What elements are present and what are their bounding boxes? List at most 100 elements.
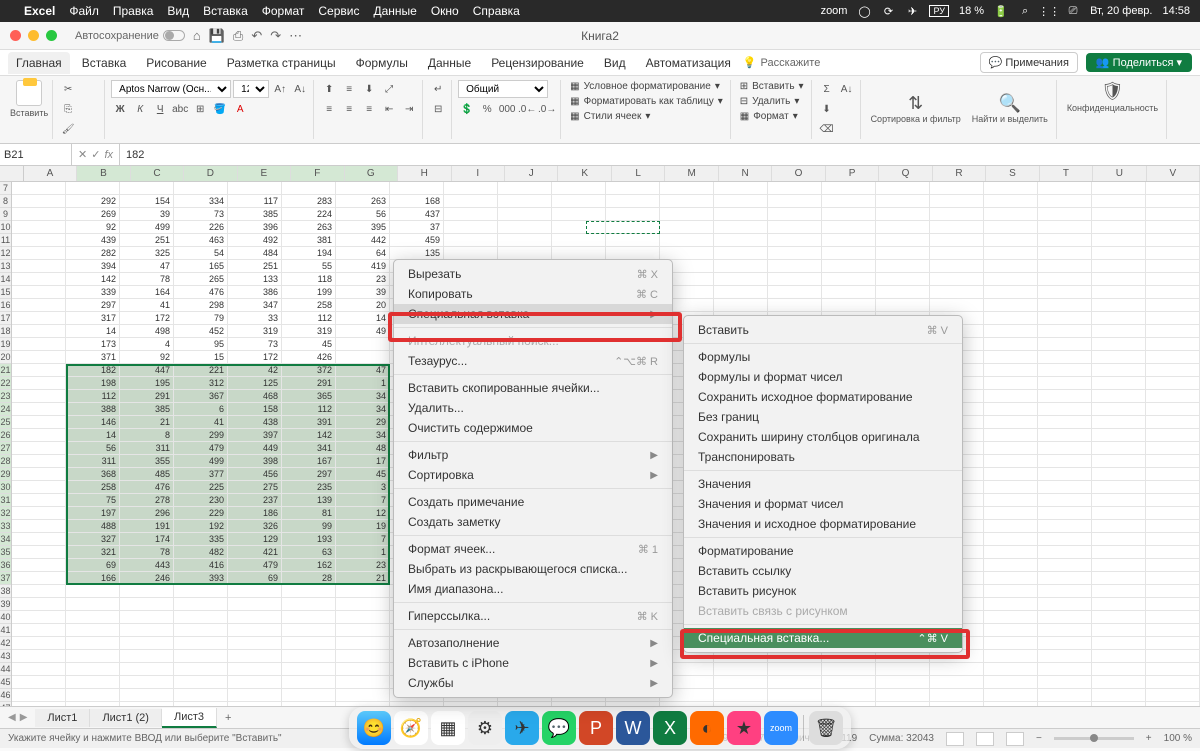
cell-S41[interactable] xyxy=(984,624,1038,637)
powerpoint-icon[interactable]: P xyxy=(579,711,613,745)
cell-S7[interactable] xyxy=(984,182,1038,195)
cell-B8[interactable]: 292 xyxy=(66,195,120,208)
cell-F27[interactable]: 341 xyxy=(282,442,336,455)
row-header-44[interactable]: 44 xyxy=(0,663,11,676)
cell-Q11[interactable] xyxy=(876,234,930,247)
cell-E12[interactable]: 484 xyxy=(228,247,282,260)
cell-U30[interactable] xyxy=(1092,481,1146,494)
menu-item[interactable]: Форматирование xyxy=(684,541,962,561)
cell-U20[interactable] xyxy=(1092,351,1146,364)
cell-R16[interactable] xyxy=(930,299,984,312)
cell-B22[interactable]: 198 xyxy=(66,377,120,390)
insert-cells-button[interactable]: ⊞ Вставить ▾ xyxy=(737,80,807,93)
cell-P15[interactable] xyxy=(822,286,876,299)
cell-I47[interactable] xyxy=(444,702,498,706)
cell-V35[interactable] xyxy=(1146,546,1200,559)
cell-B40[interactable] xyxy=(66,611,120,624)
copy-icon[interactable]: ⎘ xyxy=(59,100,77,118)
cell-S24[interactable] xyxy=(984,403,1038,416)
cell-D32[interactable]: 229 xyxy=(174,507,228,520)
cell-V32[interactable] xyxy=(1146,507,1200,520)
row-header-41[interactable]: 41 xyxy=(0,624,11,637)
cell-S39[interactable] xyxy=(984,598,1038,611)
cell-G45[interactable] xyxy=(336,676,390,689)
menu-item[interactable]: Очистить содержимое xyxy=(394,418,672,438)
cell-L7[interactable] xyxy=(606,182,660,195)
cell-A18[interactable] xyxy=(12,325,66,338)
cell-N44[interactable] xyxy=(714,663,768,676)
cell-D47[interactable] xyxy=(174,702,228,706)
cell-T35[interactable] xyxy=(1038,546,1092,559)
cell-Q16[interactable] xyxy=(876,299,930,312)
cell-C33[interactable]: 191 xyxy=(120,520,174,533)
clear-icon[interactable]: ⌫ xyxy=(818,120,836,138)
cell-V30[interactable] xyxy=(1146,481,1200,494)
row-header-14[interactable]: 14 xyxy=(0,273,11,286)
cell-F31[interactable]: 139 xyxy=(282,494,336,507)
cell-D19[interactable]: 95 xyxy=(174,338,228,351)
cell-F21[interactable]: 372 xyxy=(282,364,336,377)
cell-P11[interactable] xyxy=(822,234,876,247)
cell-G7[interactable] xyxy=(336,182,390,195)
language-indicator[interactable]: РУ xyxy=(929,5,949,17)
cell-E23[interactable]: 468 xyxy=(228,390,282,403)
cell-B31[interactable]: 75 xyxy=(66,494,120,507)
tab-formulas[interactable]: Формулы xyxy=(348,52,416,74)
cell-O12[interactable] xyxy=(768,247,822,260)
menu-item[interactable]: Удалить... xyxy=(394,398,672,418)
menu-item[interactable]: Транспонировать xyxy=(684,447,962,467)
sync-icon[interactable]: ⟳ xyxy=(881,4,895,18)
col-header-P[interactable]: P xyxy=(826,166,879,181)
cell-B15[interactable]: 339 xyxy=(66,286,120,299)
redo-icon[interactable]: ↷ xyxy=(270,28,281,44)
cell-V47[interactable] xyxy=(1146,702,1200,706)
cell-T17[interactable] xyxy=(1038,312,1092,325)
app-pink-icon[interactable]: ★ xyxy=(727,711,761,745)
cell-C9[interactable]: 39 xyxy=(120,208,174,221)
cell-V45[interactable] xyxy=(1146,676,1200,689)
cell-T36[interactable] xyxy=(1038,559,1092,572)
cell-G21[interactable]: 47 xyxy=(336,364,390,377)
cell-R46[interactable] xyxy=(930,689,984,702)
menu-item[interactable]: Формулы и формат чисел xyxy=(684,367,962,387)
cell-C12[interactable]: 325 xyxy=(120,247,174,260)
cell-N16[interactable] xyxy=(714,299,768,312)
cell-S10[interactable] xyxy=(984,221,1038,234)
cell-C34[interactable]: 174 xyxy=(120,533,174,546)
cell-D36[interactable]: 416 xyxy=(174,559,228,572)
cell-E42[interactable] xyxy=(228,637,282,650)
select-all-corner[interactable] xyxy=(0,166,24,181)
cell-G40[interactable] xyxy=(336,611,390,624)
cell-T42[interactable] xyxy=(1038,637,1092,650)
wifi-icon[interactable]: ⋮⋮ xyxy=(1042,4,1056,18)
row-header-38[interactable]: 38 xyxy=(0,585,11,598)
cell-T9[interactable] xyxy=(1038,208,1092,221)
cell-F18[interactable]: 319 xyxy=(282,325,336,338)
cell-E37[interactable]: 69 xyxy=(228,572,282,585)
col-header-N[interactable]: N xyxy=(719,166,772,181)
format-painter-icon[interactable]: 🖌 xyxy=(59,120,77,138)
cell-A37[interactable] xyxy=(12,572,66,585)
privacy-button[interactable]: 🛡Конфиденциальность xyxy=(1063,80,1162,116)
col-header-B[interactable]: B xyxy=(77,166,130,181)
cell-F40[interactable] xyxy=(282,611,336,624)
cell-B37[interactable]: 166 xyxy=(66,572,120,585)
cell-S17[interactable] xyxy=(984,312,1038,325)
cell-T10[interactable] xyxy=(1038,221,1092,234)
cell-H47[interactable] xyxy=(390,702,444,706)
cell-B42[interactable] xyxy=(66,637,120,650)
cell-E21[interactable]: 42 xyxy=(228,364,282,377)
cell-T24[interactable] xyxy=(1038,403,1092,416)
strikethrough-button[interactable]: abc xyxy=(171,100,189,118)
cell-U21[interactable] xyxy=(1092,364,1146,377)
cell-V39[interactable] xyxy=(1146,598,1200,611)
cell-V17[interactable] xyxy=(1146,312,1200,325)
tab-data[interactable]: Данные xyxy=(420,52,479,74)
sheet-nav-prev-icon[interactable]: ◀ xyxy=(8,712,16,723)
cell-D29[interactable]: 377 xyxy=(174,468,228,481)
cell-P7[interactable] xyxy=(822,182,876,195)
cell-E22[interactable]: 125 xyxy=(228,377,282,390)
tab-review[interactable]: Рецензирование xyxy=(483,52,592,74)
cell-D34[interactable]: 335 xyxy=(174,533,228,546)
cell-I11[interactable] xyxy=(444,234,498,247)
